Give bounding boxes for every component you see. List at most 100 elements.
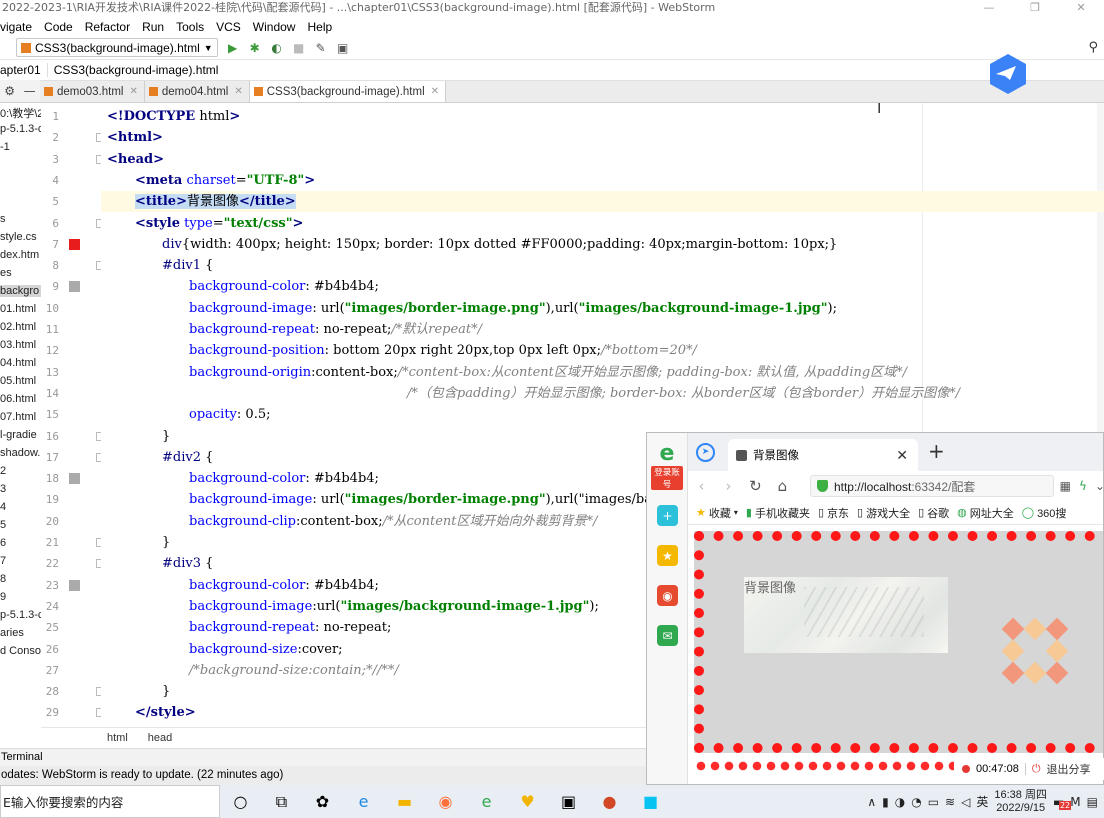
bookmark-sites[interactable]: ◍ 网址大全 bbox=[957, 505, 1014, 521]
back-icon[interactable]: ‹ bbox=[688, 477, 715, 495]
star-icon[interactable]: ★ bbox=[657, 545, 678, 566]
close-icon[interactable]: ✕ bbox=[1058, 0, 1104, 16]
coverage-icon[interactable]: ◐ bbox=[270, 41, 284, 55]
app-window-icon[interactable]: ▣ bbox=[548, 785, 589, 818]
tree-item[interactable]: 9 bbox=[0, 591, 6, 603]
webstorm-icon[interactable]: ■ bbox=[630, 785, 671, 818]
stop-icon[interactable]: ■ bbox=[292, 41, 306, 55]
menu-refactor[interactable]: Refactor bbox=[79, 20, 136, 34]
lightning-icon[interactable]: ϟ bbox=[1079, 479, 1087, 493]
code-line[interactable]: background-color: #b4b4b4; bbox=[189, 575, 379, 596]
breadcrumb-head[interactable]: head bbox=[148, 732, 172, 744]
cortana-icon[interactable]: ○ bbox=[220, 785, 261, 818]
code-line[interactable]: /*（包含padding）开始显示图像; border-box: 从border… bbox=[407, 383, 960, 404]
home-icon[interactable]: ⌂ bbox=[769, 477, 796, 495]
tree-item[interactable]: 7 bbox=[0, 555, 6, 567]
menu-navigate[interactable]: vigate bbox=[0, 20, 38, 34]
code-line[interactable]: background-size:cover; bbox=[189, 639, 343, 660]
exit-share-button[interactable]: 退出分享 bbox=[1047, 761, 1091, 777]
code-line[interactable]: background-clip:content-box;/*从content区域… bbox=[189, 511, 597, 532]
menu-help[interactable]: Help bbox=[301, 20, 338, 34]
tree-item[interactable]: shadow.h bbox=[0, 447, 41, 459]
settings-wrench-icon[interactable]: ✎ bbox=[314, 41, 328, 55]
ie-icon[interactable]: e bbox=[343, 785, 384, 818]
shield-app-icon[interactable]: ♥ bbox=[507, 785, 548, 818]
grid-icon[interactable]: ▦ bbox=[1060, 479, 1071, 493]
network-icon[interactable]: ◔ bbox=[911, 795, 921, 809]
menu-vcs[interactable]: VCS bbox=[210, 20, 247, 34]
address-bar[interactable]: http://localhost:63342/配套 bbox=[809, 475, 1054, 497]
app-tray-icon[interactable]: ◑ bbox=[895, 795, 905, 809]
tree-item[interactable]: d Conso bbox=[0, 645, 41, 657]
tree-item[interactable]: 0:\教学\2 bbox=[0, 105, 41, 121]
chevron-down-icon[interactable]: ⌄ bbox=[1095, 479, 1103, 493]
tree-item[interactable]: 05.html bbox=[0, 375, 36, 387]
task-view-icon[interactable]: ⧉ bbox=[261, 785, 302, 818]
mic-icon[interactable]: ▮ bbox=[882, 795, 889, 809]
tree-item[interactable]: p-5.1.3-c bbox=[0, 609, 41, 621]
file-explorer-icon[interactable]: ▬ bbox=[384, 785, 425, 818]
code-line[interactable]: #div2 { bbox=[162, 447, 213, 468]
clock[interactable]: 16:38 周四 2022/9/15 bbox=[994, 789, 1047, 815]
code-line[interactable]: <meta charset="UTF-8"> bbox=[135, 170, 315, 191]
code-line[interactable]: background-image: url("images/border-ima… bbox=[189, 489, 652, 510]
tree-item[interactable]: 07.html bbox=[0, 411, 36, 423]
tree-item[interactable]: l-gradie bbox=[0, 429, 37, 441]
code-line[interactable]: background-repeat: no-repeat; bbox=[189, 617, 391, 638]
close-tab-icon[interactable]: ✕ bbox=[896, 447, 908, 464]
tree-item[interactable]: 04.html bbox=[0, 357, 36, 369]
bookmark-mobile[interactable]: ▮ 手机收藏夹 bbox=[746, 505, 810, 521]
input-method-icon[interactable]: M bbox=[1070, 795, 1080, 809]
browser-logo[interactable]: e 登录账号 bbox=[651, 443, 683, 490]
run-icon[interactable]: ▶ bbox=[226, 41, 240, 55]
code-line[interactable]: div{width: 400px; height: 150px; border:… bbox=[162, 234, 837, 255]
tree-item[interactable]: 3 bbox=[0, 483, 6, 495]
tree-item[interactable]: 2 bbox=[0, 465, 6, 477]
code-line[interactable]: background-position: bottom 20px right 2… bbox=[189, 340, 697, 361]
tree-item[interactable]: p-5.1.3-c bbox=[0, 123, 41, 135]
compass-icon[interactable]: ➤ bbox=[696, 443, 715, 462]
tree-item[interactable]: 4 bbox=[0, 501, 6, 513]
close-tab-icon[interactable]: ✕ bbox=[129, 86, 137, 97]
tree-item[interactable]: style.cs bbox=[0, 231, 37, 243]
browser-360-icon[interactable]: e bbox=[466, 785, 507, 818]
taskbar-search[interactable]: E输入你要搜索的内容 bbox=[0, 785, 220, 818]
close-tab-icon[interactable]: ✕ bbox=[431, 86, 439, 97]
ime-indicator[interactable]: 英 bbox=[976, 793, 988, 810]
menu-code[interactable]: Code bbox=[38, 20, 79, 34]
tree-item[interactable]: 01.html bbox=[0, 303, 36, 315]
code-line[interactable]: <title>背景图像</title> bbox=[101, 191, 1104, 213]
reload-icon[interactable]: ↻ bbox=[742, 477, 769, 495]
login-badge[interactable]: 登录账号 bbox=[651, 466, 683, 490]
close-tab-icon[interactable]: ✕ bbox=[234, 86, 242, 97]
tab-css3-background-image[interactable]: CSS3(background-image).html ✕ bbox=[249, 81, 447, 102]
code-line[interactable]: background-image: url("images/border-ima… bbox=[189, 298, 837, 319]
tab-demo04[interactable]: demo04.html ✕ bbox=[145, 81, 250, 102]
code-line[interactable]: <!DOCTYPE html> bbox=[107, 106, 240, 127]
code-line[interactable]: <style type="text/css"> bbox=[135, 213, 303, 234]
tab-demo03[interactable]: demo03.html ✕ bbox=[40, 81, 145, 102]
tree-item[interactable]: 8 bbox=[0, 573, 6, 585]
browser-tab[interactable]: 背景图像 ✕ bbox=[728, 439, 918, 471]
volume-icon[interactable]: ◁ bbox=[961, 795, 970, 809]
code-line[interactable]: background-color: #b4b4b4; bbox=[189, 468, 379, 489]
bookmark-games[interactable]: ▯ 游戏大全 bbox=[857, 505, 910, 521]
code-line[interactable]: </style> bbox=[135, 702, 196, 723]
notification-badge[interactable]: ▬22 bbox=[1053, 795, 1072, 810]
weibo-icon[interactable]: ◉ bbox=[657, 585, 678, 606]
tree-item[interactable]: s bbox=[0, 213, 6, 225]
code-line[interactable]: } bbox=[162, 681, 170, 702]
power-icon[interactable]: ⏻ bbox=[1032, 763, 1041, 776]
tree-item[interactable]: 02.html bbox=[0, 321, 36, 333]
terminal-tab[interactable]: Terminal bbox=[1, 751, 43, 763]
wifi-icon[interactable]: ≋ bbox=[945, 795, 955, 809]
run-config-select[interactable]: CSS3(background-image).html ▼ bbox=[16, 38, 218, 57]
code-line[interactable]: background-repeat: no-repeat;/*默认repeat*… bbox=[189, 319, 482, 340]
nav-crumb-folder[interactable]: apter01 bbox=[0, 63, 47, 77]
tree-item[interactable]: 5 bbox=[0, 519, 6, 531]
bookmark-google[interactable]: ▯ 谷歌 bbox=[918, 505, 949, 521]
search-icon[interactable]: ⚲ bbox=[1088, 40, 1098, 55]
debug-icon[interactable]: ✱ bbox=[248, 41, 262, 55]
code-line[interactable]: <html> bbox=[107, 127, 163, 148]
tree-item-selected[interactable]: backgro bbox=[0, 285, 41, 297]
